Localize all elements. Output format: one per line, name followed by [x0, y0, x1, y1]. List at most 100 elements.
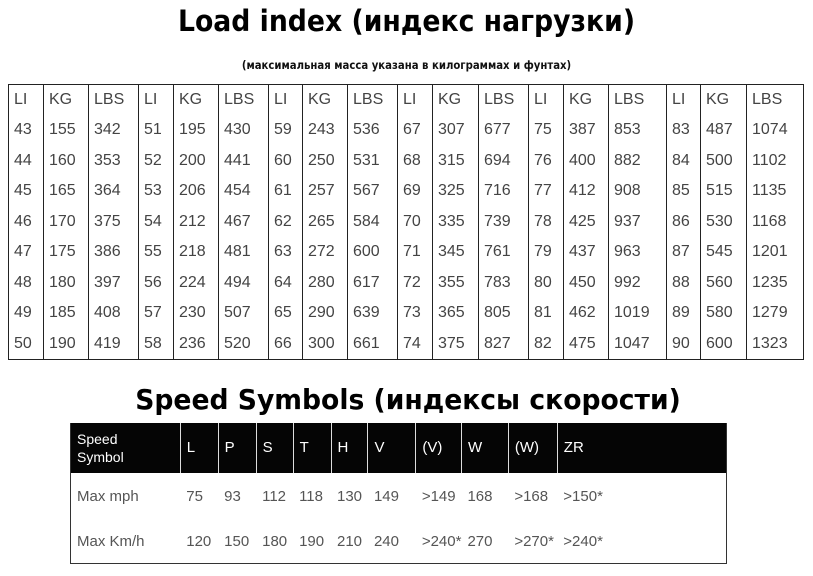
speed-symbol-header: (W) — [507, 423, 558, 473]
table-cell: 206 — [173, 176, 219, 207]
table-cell: 57 — [138, 298, 174, 329]
table-cell: 454 — [218, 176, 269, 207]
column-header: LBS — [746, 84, 804, 115]
table-cell: 185 — [43, 298, 89, 329]
column-header: LI — [138, 84, 174, 115]
speed-value: 112 — [262, 487, 287, 505]
speed-value: 240 — [373, 532, 399, 550]
table-cell: 84 — [666, 145, 701, 176]
table-cell: 580 — [700, 298, 747, 329]
table-cell: 1019 — [608, 298, 667, 329]
header-label-line2: Symbol — [77, 449, 124, 465]
table-cell: 387 — [563, 115, 609, 146]
table-cell: 73 — [397, 298, 433, 329]
table-cell: 46 — [14, 212, 32, 230]
table-cell: 661 — [347, 328, 398, 360]
table-row: 49 185 408 57 230 507 65 290 639 73 365 805 81 462 101… — [9, 298, 804, 329]
table-cell: 515 — [700, 176, 747, 207]
table-cell: 827 — [478, 328, 529, 360]
column-header: KG — [700, 84, 747, 115]
speed-symbols-table: Speed Symbol L P S T H V (V) W (W) ZR Max mph 75 93… — [70, 423, 727, 564]
table-cell: 44 — [14, 151, 32, 169]
speed-value: >240* — [421, 532, 462, 550]
column-header: LI — [528, 84, 564, 115]
table-cell: 353 — [88, 145, 139, 176]
speed-symbols-title: Speed Symbols (индексы скорости) — [135, 383, 681, 416]
table-cell: 1047 — [608, 328, 667, 360]
table-cell: 412 — [563, 176, 609, 207]
header-label-line1: Speed — [77, 431, 118, 447]
table-cell: 90 — [666, 328, 701, 360]
table-cell: 212 — [173, 206, 219, 237]
table-cell: 450 — [563, 267, 609, 298]
speed-value: >270* — [514, 532, 554, 550]
column-header: LI — [14, 91, 28, 108]
table-cell: 230 — [173, 298, 219, 329]
table-cell: 1323 — [746, 328, 804, 360]
table-cell: 584 — [347, 206, 398, 237]
column-header: KG — [432, 84, 479, 115]
table-cell: 63 — [268, 237, 303, 268]
column-header: LBS — [347, 84, 398, 115]
load-index-table: LI KG LBS LI KG LBS LI KG LBS LI KG LBS LI KG LBS LI KG L… — [8, 84, 804, 360]
column-header: LI — [666, 84, 701, 115]
table-cell: 70 — [397, 206, 433, 237]
speed-symbol-header: V — [367, 423, 416, 473]
speed-symbol-header: (V) — [415, 423, 462, 473]
table-cell: 87 — [666, 237, 701, 268]
table-cell: 83 — [666, 115, 701, 146]
speed-symbol-header: S — [255, 423, 294, 473]
table-cell: 54 — [138, 206, 174, 237]
column-header: LBS — [608, 84, 667, 115]
table-cell: 77 — [528, 176, 564, 207]
column-header: LI — [268, 84, 303, 115]
speed-value: 75 — [186, 487, 203, 505]
speed-value: 130 — [337, 487, 363, 505]
speed-row-label: Max Km/h — [77, 532, 145, 550]
speed-symbol-header: L — [179, 423, 219, 473]
table-cell: 49 — [14, 304, 32, 322]
table-cell: 467 — [218, 206, 269, 237]
table-row: 50 190 419 58 236 520 66 300 661 74 375 827 82 475 104… — [9, 328, 804, 360]
speed-value: 190 — [299, 532, 325, 550]
speed-value: 118 — [299, 487, 323, 505]
table-cell: 71 — [397, 237, 433, 268]
table-cell: 175 — [43, 237, 89, 268]
table-cell: 170 — [43, 206, 89, 237]
table-cell: 195 — [173, 115, 219, 146]
table-cell: 307 — [432, 115, 479, 146]
speed-value: 168 — [467, 487, 493, 505]
table-cell: 300 — [302, 328, 348, 360]
table-cell: 567 — [347, 176, 398, 207]
speed-value: 270 — [467, 532, 493, 550]
table-cell: 507 — [218, 298, 269, 329]
table-cell: 89 — [666, 298, 701, 329]
table-cell: 1235 — [746, 267, 804, 298]
table-row: 48 180 397 56 224 494 64 280 617 72 355 783 80 450 992… — [9, 267, 804, 298]
table-cell: 963 — [608, 237, 667, 268]
table-cell: 64 — [268, 267, 303, 298]
table-cell: 48 — [14, 273, 32, 291]
table-cell: 694 — [478, 145, 529, 176]
table-cell: 853 — [608, 115, 667, 146]
table-cell: 481 — [218, 237, 269, 268]
table-cell: 55 — [138, 237, 174, 268]
table-cell: 85 — [666, 176, 701, 207]
table-cell: 80 — [528, 267, 564, 298]
column-header: LI — [397, 84, 433, 115]
table-cell: 82 — [528, 328, 564, 360]
table-cell: 441 — [218, 145, 269, 176]
table-cell: 400 — [563, 145, 609, 176]
speed-value: 149 — [373, 487, 399, 505]
column-header: LBS — [218, 84, 269, 115]
table-cell: 315 — [432, 145, 479, 176]
table-cell: 59 — [268, 115, 303, 146]
speed-value: >149 — [421, 487, 456, 505]
table-row: 45 165 364 53 206 454 61 257 567 69 325 716 77 412 908… — [9, 176, 804, 207]
table-cell: 677 — [478, 115, 529, 146]
load-index-header-row: LI KG LBS LI KG LBS LI KG LBS LI KG LBS LI KG LBS LI KG L… — [9, 84, 804, 115]
table-cell: 462 — [563, 298, 609, 329]
table-cell: 345 — [432, 237, 479, 268]
table-cell: 290 — [302, 298, 348, 329]
table-cell: 81 — [528, 298, 564, 329]
